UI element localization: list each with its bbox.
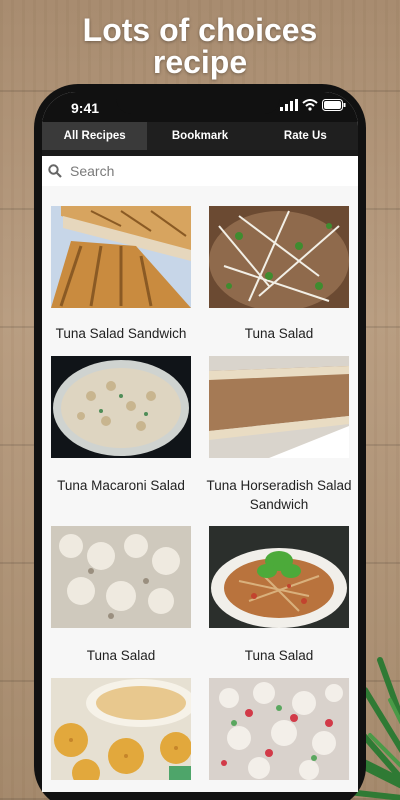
recipe-title: Tuna Salad <box>244 648 314 663</box>
status-time: 9:41 <box>71 100 100 116</box>
recipe-card[interactable]: Tuna Salad <box>200 526 358 676</box>
recipe-image <box>51 206 191 308</box>
battery-icon <box>322 99 346 111</box>
recipe-image <box>209 206 349 308</box>
promo-headline: Lots of choices recipe <box>0 14 400 78</box>
recipe-image <box>209 526 349 628</box>
recipe-title: Tuna Macaroni Salad <box>57 478 185 493</box>
recipe-card[interactable]: Tuna Salad Sandwich <box>42 206 200 356</box>
tab-bar: All Recipes Bookmark Rate Us <box>42 122 358 150</box>
recipe-image <box>209 356 349 458</box>
recipe-title: Tuna Salad Sandwich <box>55 326 187 341</box>
recipe-card[interactable]: Tuna Salad <box>200 206 358 356</box>
tab-bookmark[interactable]: Bookmark <box>147 122 252 150</box>
recipe-title: Tuna Salad <box>244 326 314 341</box>
search-placeholder: Search <box>70 163 115 179</box>
recipe-card[interactable]: Tuna Horseradish Salad Sandwich <box>200 356 358 526</box>
app-screen: 9:41 All Recipes Bookmark Rate Us Search… <box>42 92 358 792</box>
recipe-image <box>51 356 191 458</box>
recipe-title: Tuna Salad <box>86 648 156 663</box>
search-bar-container: Search <box>42 150 358 186</box>
search-input[interactable]: Search <box>42 156 358 186</box>
recipe-image <box>209 678 349 780</box>
phone-notch <box>116 92 280 114</box>
recipe-image <box>51 678 191 780</box>
recipe-image <box>51 526 191 628</box>
promo-line-1: Lots of choices <box>82 12 318 48</box>
recipe-card[interactable] <box>42 678 200 788</box>
recipe-card[interactable]: Tuna Macaroni Salad <box>42 356 200 526</box>
tab-all-recipes[interactable]: All Recipes <box>42 122 148 150</box>
recipe-title: Tuna Horseradish Salad Sandwich <box>206 478 352 512</box>
status-bar: 9:41 <box>42 92 358 122</box>
tab-rate-us[interactable]: Rate Us <box>253 122 358 150</box>
promo-line-2: recipe <box>152 44 248 80</box>
wifi-icon <box>302 99 318 111</box>
search-icon <box>48 164 62 178</box>
signal-icon <box>280 99 298 111</box>
recipe-card[interactable] <box>200 678 358 788</box>
recipe-card[interactable]: Tuna Salad <box>42 526 200 676</box>
